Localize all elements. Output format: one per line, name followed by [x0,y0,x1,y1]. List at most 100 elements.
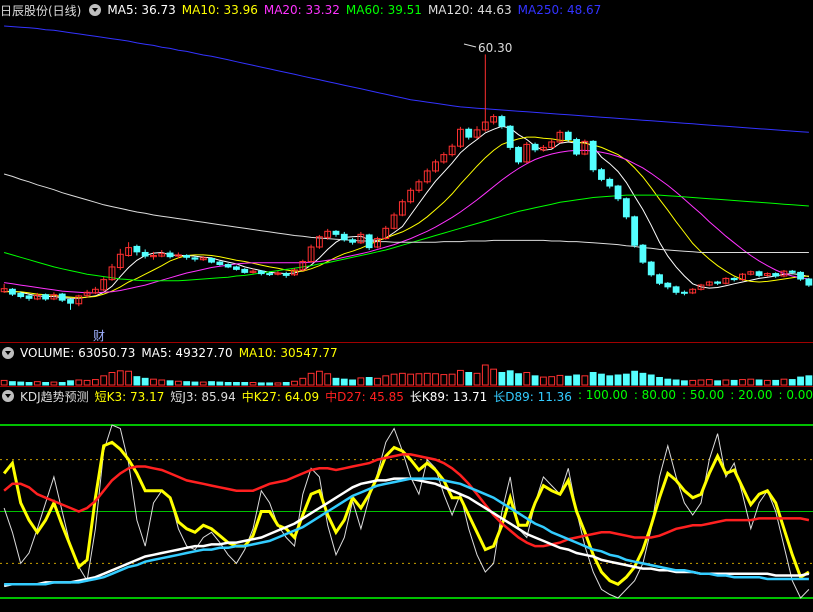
candle-body [257,270,265,275]
volume-bar [465,372,473,386]
volume-bar [0,379,8,386]
volume-bar [697,379,705,386]
volume-bar [606,375,614,386]
volume-bar [307,372,315,386]
volume-bar [639,372,647,386]
volume-bar [398,372,406,386]
high-price-pointer [463,43,477,48]
volume-bar [365,377,373,386]
volume-bar [647,374,655,386]
volume-bar [340,378,348,386]
volume-panel [0,364,813,386]
volume-bar [598,373,605,386]
volume-bar [58,382,66,386]
candle-body [564,131,572,141]
candle-body [266,273,274,276]
candle-body [365,234,373,249]
volume-bar [125,370,132,386]
finance-annotation[interactable]: 财 [93,329,105,343]
volume-bar [116,370,124,386]
volume-bar [797,376,804,386]
candle-body [573,139,580,155]
candle-body [506,125,514,148]
candle-body [208,257,215,263]
volume-bar [614,374,622,386]
volume-bar [423,372,431,386]
volume-bar [531,375,539,386]
price-panel [0,25,813,310]
volume-bar [705,379,713,386]
candle-body [224,264,232,268]
volume-bar [448,373,456,386]
ma-line-ma5 [4,125,810,299]
volume-bar [174,380,182,386]
stock-chart[interactable]: 60.30 财 [0,0,813,612]
candle-body [282,273,290,276]
kdj-line-2 [3,453,810,548]
kdj-panel [0,424,813,599]
candle-body [681,291,688,294]
volume-bar [755,379,763,386]
volume-bar [432,373,439,386]
candle-body [183,254,191,258]
candle-body [805,278,813,286]
candle-body [498,116,506,127]
candle-body [166,252,174,258]
candle-body [606,178,614,187]
volume-bar [33,381,41,386]
volume-bar [407,373,415,386]
volume-bar [299,377,307,386]
volume-bar [714,380,722,386]
candle-body [515,146,522,163]
volume-bar [158,379,166,386]
candle-body [730,277,738,281]
high-price-label: 60.30 [478,41,512,55]
candle-body [241,268,249,273]
ma-line-ma10 [4,136,809,299]
candle-body [664,282,672,288]
volume-bar [672,379,680,386]
volume-bar [481,364,489,386]
ma-line-ma250 [4,25,809,133]
volume-bar [747,378,755,386]
candle-body [622,198,630,218]
volume-bar [83,379,91,386]
volume-bar [241,382,249,386]
candle-body [9,288,16,295]
candle-body [465,128,473,138]
volume-bar [763,379,771,386]
candle-body [788,270,796,273]
volume-bar [108,372,116,386]
candle-body [589,140,597,171]
volume-bar [498,372,506,386]
volume-bar [772,379,780,386]
volume-bar [274,382,282,386]
candle-body [656,274,663,284]
candle-body [614,185,622,200]
volume-bar [324,373,332,386]
volume-bar [50,381,58,386]
volume-bar [589,372,597,386]
volume-bar [805,375,813,386]
volume-bar [664,378,672,386]
candle-body [332,230,340,235]
candle-body [349,239,356,243]
volume-bar [91,379,99,386]
candle-body [191,257,199,260]
ma-line-ma120 [3,173,809,253]
candle-body [647,261,655,276]
candle-body [672,286,680,293]
volume-bar [622,373,630,386]
volume-bar [166,380,174,386]
volume-bar [150,378,157,386]
volume-bar [730,379,738,386]
candle-body [714,281,722,284]
volume-bar [257,382,265,386]
candle-body [797,271,804,280]
volume-bar [722,379,730,386]
volume-bar [75,379,83,386]
volume-bar [490,368,498,386]
volume-bar [291,380,298,386]
volume-bar [357,377,365,386]
candle-body [58,293,66,301]
